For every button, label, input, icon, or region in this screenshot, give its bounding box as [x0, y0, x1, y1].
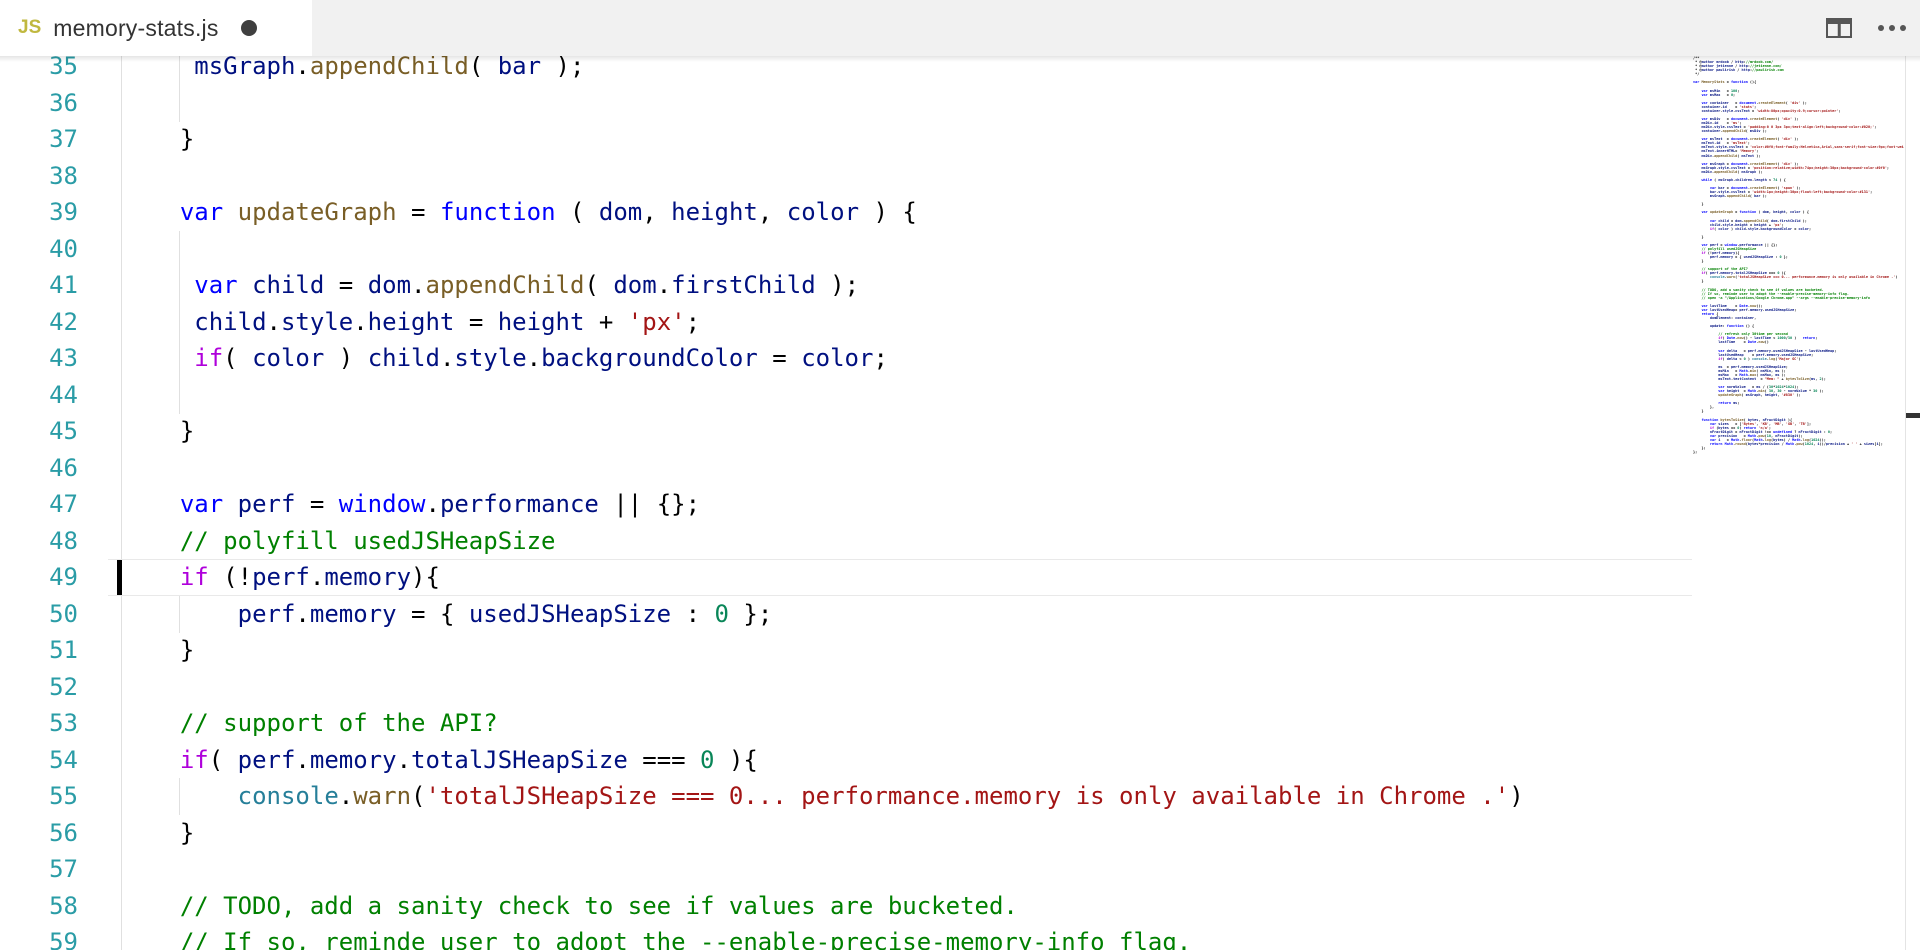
indent-guide — [121, 85, 122, 122]
split-editor-icon[interactable] — [1826, 18, 1852, 38]
indent-guide — [121, 158, 122, 195]
code-text: if( color ) child.style.backgroundColor … — [122, 340, 888, 377]
line-number[interactable]: 51 — [0, 632, 78, 669]
code-line[interactable]: 42 child.style.height = height + 'px'; — [0, 304, 1693, 341]
line-number[interactable]: 36 — [0, 85, 78, 122]
line-number[interactable]: 39 — [0, 194, 78, 231]
code-line[interactable]: 47 var perf = window.performance || {}; — [0, 486, 1693, 523]
line-number[interactable]: 57 — [0, 851, 78, 888]
line-number[interactable]: 53 — [0, 705, 78, 742]
code-text: perf.memory = { usedJSHeapSize : 0 }; — [122, 596, 772, 633]
line-number[interactable]: 43 — [0, 340, 78, 377]
line-number[interactable]: 37 — [0, 121, 78, 158]
code-line[interactable]: 55 console.warn('totalJSHeapSize === 0..… — [0, 778, 1693, 815]
code-line[interactable]: 43 if( color ) child.style.backgroundCol… — [0, 340, 1693, 377]
line-number[interactable]: 50 — [0, 596, 78, 633]
tab-bar: JS memory-stats.js — [0, 0, 1920, 56]
line-number[interactable]: 56 — [0, 815, 78, 852]
indent-guide — [179, 85, 180, 122]
code-line[interactable]: 52 — [0, 669, 1693, 706]
code-line[interactable]: 48 // polyfill usedJSHeapSize — [0, 523, 1693, 560]
javascript-file-icon: JS — [18, 17, 41, 39]
code-text: } — [122, 121, 194, 158]
code-text: child.style.height = height + 'px'; — [122, 304, 700, 341]
line-number[interactable]: 49 — [0, 559, 78, 596]
code-line[interactable]: 59 // If so, reminde user to adopt the -… — [0, 924, 1693, 950]
minimap[interactable]: /** * @author mrdoob / http://mrdoob.com… — [1693, 56, 1904, 950]
code-text: } — [122, 413, 194, 450]
code-line[interactable]: 39 var updateGraph = function ( dom, hei… — [0, 194, 1693, 231]
code-line[interactable]: 40 — [0, 231, 1693, 268]
code-line[interactable]: 56 } — [0, 815, 1693, 852]
code-line[interactable]: 53 // support of the API? — [0, 705, 1693, 742]
minimap-border — [1905, 56, 1906, 950]
code-text: // polyfill usedJSHeapSize — [122, 523, 556, 560]
code-text: if( perf.memory.totalJSHeapSize === 0 ){ — [122, 742, 758, 779]
line-number[interactable]: 47 — [0, 486, 78, 523]
code-line[interactable]: 44 — [0, 377, 1693, 414]
line-number[interactable]: 52 — [0, 669, 78, 706]
code-text: var perf = window.performance || {}; — [122, 486, 700, 523]
indent-guide — [179, 231, 180, 268]
line-number[interactable]: 55 — [0, 778, 78, 815]
code-line[interactable]: 45 } — [0, 413, 1693, 450]
text-cursor — [117, 560, 122, 595]
line-number[interactable]: 40 — [0, 231, 78, 268]
line-number[interactable]: 59 — [0, 924, 78, 950]
minimap-line: return Math.round(bytes*precision / Math… — [1693, 442, 1904, 446]
indent-guide — [179, 377, 180, 414]
code-text: var updateGraph = function ( dom, height… — [122, 194, 917, 231]
indent-guide — [121, 450, 122, 487]
current-line-highlight — [108, 559, 1692, 596]
code-line[interactable]: 36 — [0, 85, 1693, 122]
indent-guide — [121, 851, 122, 888]
code-editor[interactable]: 35 msGraph.appendChild( bar );3637 }3839… — [0, 56, 1920, 950]
line-number[interactable]: 46 — [0, 450, 78, 487]
line-number[interactable]: 45 — [0, 413, 78, 450]
code-text: // If so, reminde user to adopt the --en… — [122, 924, 1191, 950]
code-text: // support of the API? — [122, 705, 498, 742]
line-number[interactable]: 42 — [0, 304, 78, 341]
code-text: var child = dom.appendChild( dom.firstCh… — [122, 267, 859, 304]
code-line[interactable]: 54 if( perf.memory.totalJSHeapSize === 0… — [0, 742, 1693, 779]
indent-guide — [121, 231, 122, 268]
minimap-line: console.warn('totalJSHeapSize === 0... p… — [1693, 275, 1904, 279]
code-line[interactable]: 50 perf.memory = { usedJSHeapSize : 0 }; — [0, 596, 1693, 633]
line-number[interactable]: 48 — [0, 523, 78, 560]
minimap-line: }; — [1693, 450, 1904, 454]
modified-dot-icon[interactable] — [241, 20, 257, 36]
line-number[interactable]: 44 — [0, 377, 78, 414]
tab-title: memory-stats.js — [53, 15, 218, 42]
code-text: } — [122, 815, 194, 852]
code-text: console.warn('totalJSHeapSize === 0... p… — [122, 778, 1524, 815]
line-number[interactable]: 54 — [0, 742, 78, 779]
overview-ruler-cursor-mark — [1906, 413, 1920, 418]
tab-memory-stats[interactable]: JS memory-stats.js — [0, 0, 312, 56]
code-line[interactable]: 38 — [0, 158, 1693, 195]
scroll-top-shadow — [0, 56, 1920, 62]
code-line[interactable]: 57 — [0, 851, 1693, 888]
code-line[interactable]: 51 } — [0, 632, 1693, 669]
code-text: // TODO, add a sanity check to see if va… — [122, 888, 1018, 925]
code-line[interactable]: 46 — [0, 450, 1693, 487]
editor-actions — [1826, 0, 1920, 56]
line-number[interactable]: 38 — [0, 158, 78, 195]
code-line[interactable]: 41 var child = dom.appendChild( dom.firs… — [0, 267, 1693, 304]
indent-guide — [121, 377, 122, 414]
indent-guide — [121, 669, 122, 706]
line-number[interactable]: 41 — [0, 267, 78, 304]
line-number[interactable]: 58 — [0, 888, 78, 925]
more-actions-icon[interactable] — [1878, 25, 1906, 31]
code-text: } — [122, 632, 194, 669]
code-line[interactable]: 37 } — [0, 121, 1693, 158]
code-line[interactable]: 58 // TODO, add a sanity check to see if… — [0, 888, 1693, 925]
split-editor-icon-divider — [1838, 20, 1841, 36]
